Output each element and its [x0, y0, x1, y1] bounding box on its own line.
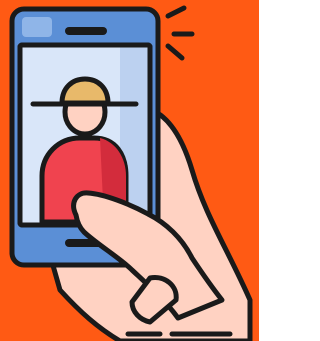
illustration-canvas [0, 0, 259, 341]
person-hat [59, 76, 111, 106]
phone-highlight [22, 17, 52, 37]
speaker-notch [65, 27, 107, 35]
hand-holding-smartphone-icon [0, 0, 259, 341]
